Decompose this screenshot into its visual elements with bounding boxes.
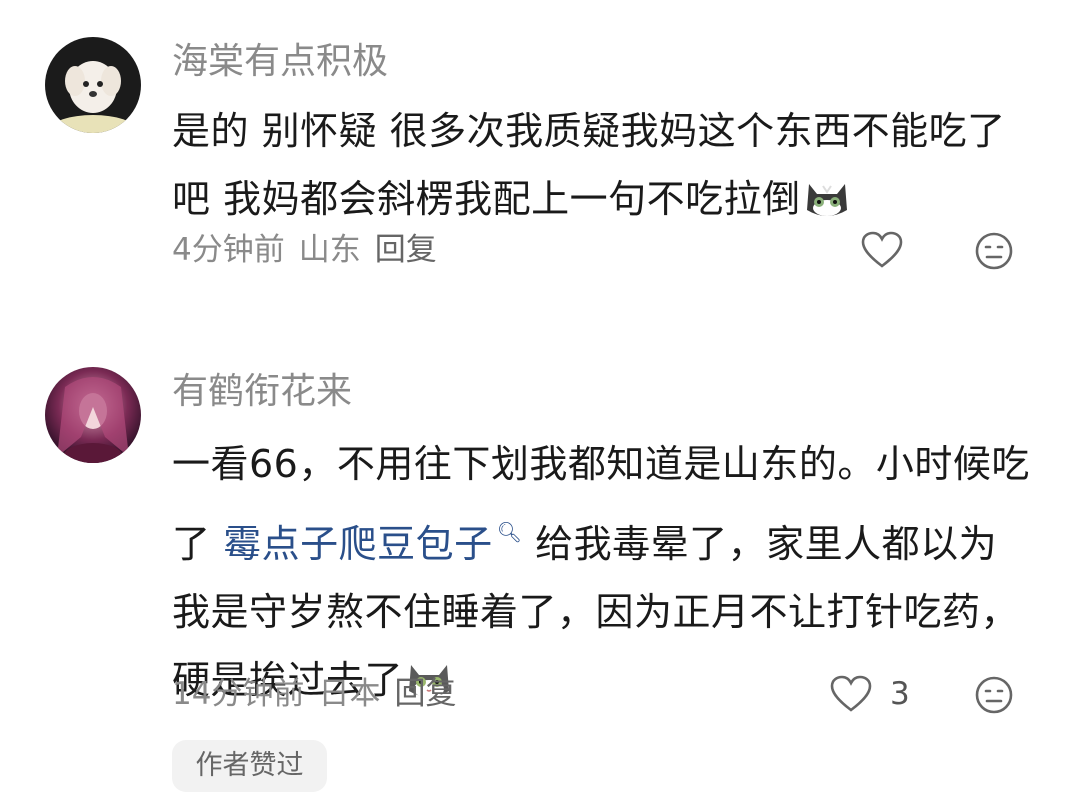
reply-button[interactable]: 回复 xyxy=(375,232,437,268)
dislike-face-icon[interactable] xyxy=(974,675,1014,715)
timestamp: 4分钟前 xyxy=(172,232,285,268)
dislike-face-icon[interactable] xyxy=(974,231,1014,271)
author-liked-badge: 作者赞过 xyxy=(172,740,327,792)
avatar[interactable] xyxy=(45,37,141,133)
reply-button[interactable]: 回复 xyxy=(394,676,456,712)
comment-text: 一看66，不用往下划我都知道是山东的。小时候吃了 霉点子爬豆包子 🔍︎ 给我毒晕了… xyxy=(172,430,1032,714)
comment-body: 是的 别怀疑 很多次我质疑我妈这个东西不能吃了吧 我妈都会斜楞我配上一句不吃拉倒 xyxy=(172,109,1006,221)
location: 山东 xyxy=(298,232,361,268)
comment-text: 是的 别怀疑 很多次我质疑我妈这个东西不能吃了吧 我妈都会斜楞我配上一句不吃拉倒 xyxy=(172,97,1032,233)
heart-icon[interactable] xyxy=(829,674,873,714)
comment-meta: 4分钟前 山东 回复 xyxy=(172,230,451,270)
timestamp: 14分钟前 xyxy=(172,676,305,712)
search-icon[interactable]: 🔍︎ xyxy=(497,520,523,544)
avatar[interactable] xyxy=(45,367,141,463)
cat-sunglasses-emoji-icon xyxy=(803,173,851,217)
username[interactable]: 海棠有点积极 xyxy=(172,38,388,86)
like-count: 3 xyxy=(890,676,910,712)
comment-meta: 14分钟前 日本 回复 xyxy=(172,674,470,714)
location: 日本 xyxy=(318,676,381,712)
search-link[interactable]: 霉点子爬豆包子 xyxy=(223,522,493,566)
username[interactable]: 有鹤衔花来 xyxy=(172,368,352,416)
heart-icon[interactable] xyxy=(860,230,904,270)
